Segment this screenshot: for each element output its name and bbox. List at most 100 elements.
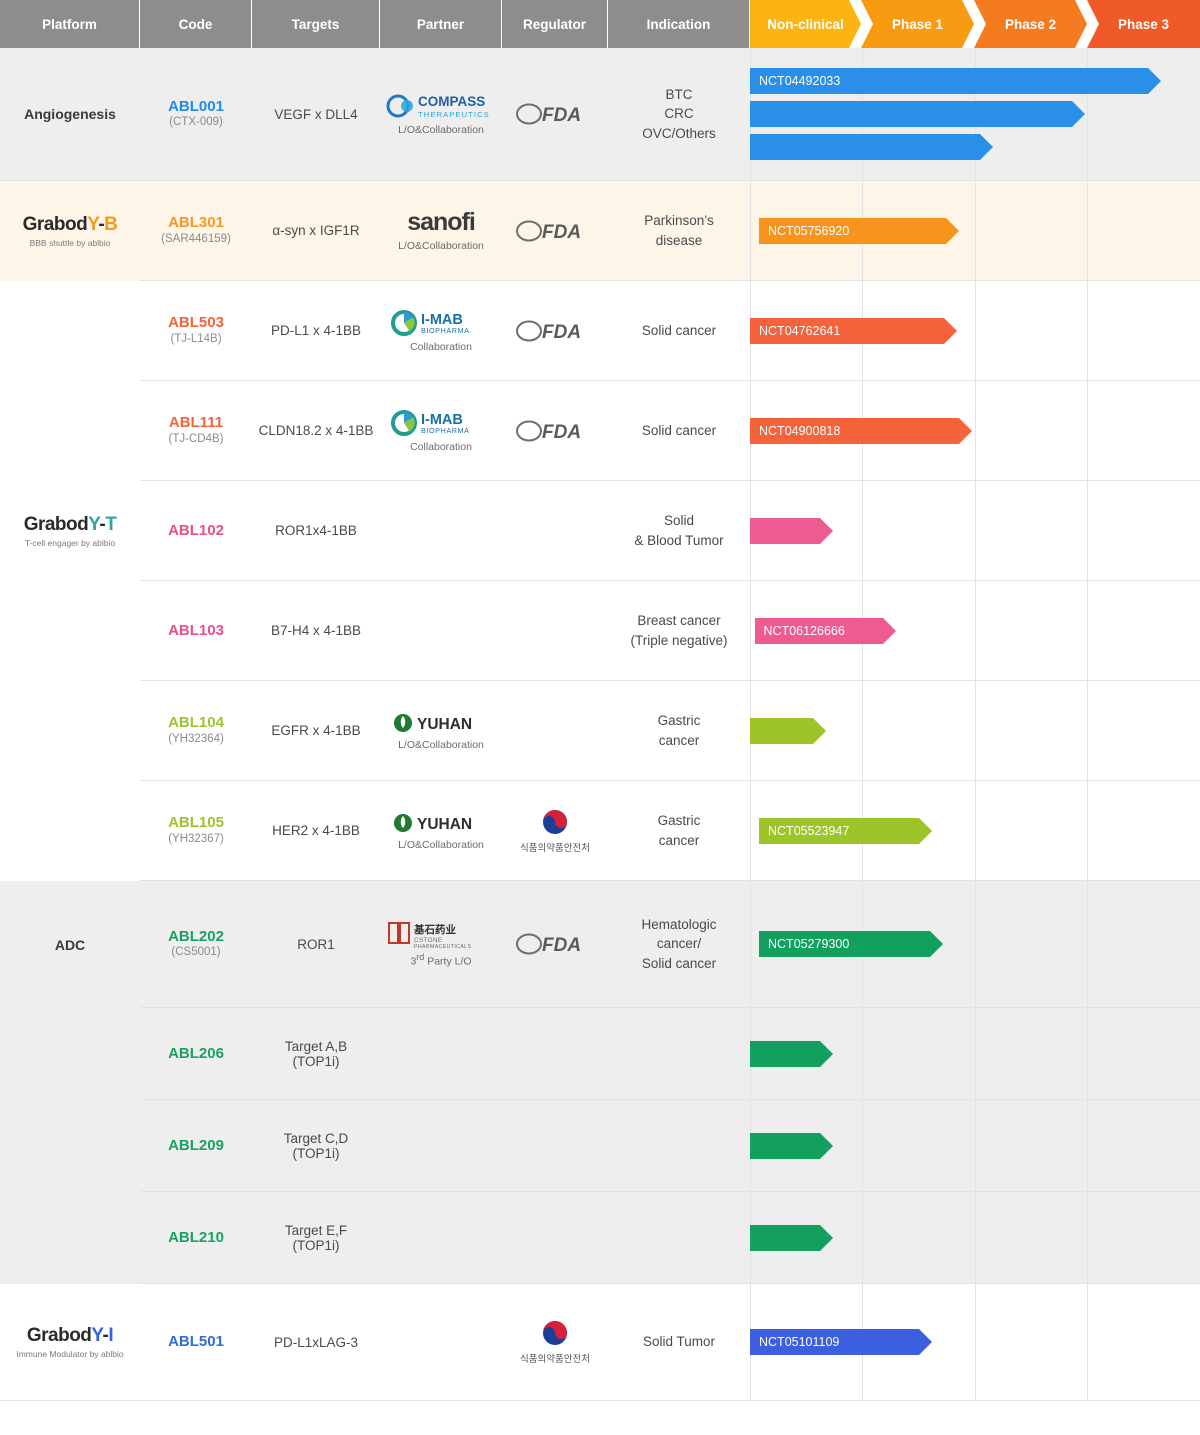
indication-cell: Parkinson’sdisease (608, 181, 750, 281)
target-label: EGFR x 4-1BB (271, 723, 360, 738)
indication-cell: Gastriccancer (608, 681, 750, 781)
grabody-tagline: T-cell engager by ablbio (25, 538, 115, 548)
code-cell: ABL301 (SAR446159) (140, 181, 252, 281)
code-label: ABL210 (168, 1229, 224, 1246)
phase-cell: NCT06126666 (750, 581, 1200, 681)
regulator-cell (502, 1100, 608, 1192)
yuhan-logo: YUHAN (391, 810, 491, 836)
indication-line: BTC (642, 85, 716, 105)
partner-cell: 基石药业 CSTONE PHARMACEUTICALS 3rd Party L/… (380, 881, 502, 1008)
svg-text:CSTONE: CSTONE (414, 937, 443, 944)
bar-track: NCT06126666 (750, 618, 1200, 644)
partner-cell (380, 481, 502, 581)
bar-label: NCT06126666 (764, 624, 845, 638)
bar-track: NCT05756920 (750, 218, 1200, 244)
bar-track: NCT04492033NCT05506943 (750, 68, 1200, 94)
pipeline-bar[interactable]: NCT05279300 (759, 931, 930, 957)
indication-line: Hematologic (641, 915, 716, 935)
svg-text:FDA: FDA (542, 935, 581, 956)
regulator-cell (502, 481, 608, 581)
code-cell: ABL105 (YH32367) (140, 781, 252, 881)
pipeline-bar[interactable]: NCT05523947 (759, 818, 919, 844)
platform-cell (0, 381, 140, 481)
partner-caption: 3rd Party L/O (410, 952, 471, 968)
pipeline-bar[interactable] (750, 718, 813, 744)
pipeline-bar[interactable]: NCT06126666 (755, 618, 883, 644)
target-label: ROR1 (297, 937, 335, 952)
pipeline-bar[interactable]: NCT05513742 (750, 101, 1072, 127)
pipeline-bar[interactable] (750, 1133, 820, 1159)
indication-cell: Hematologiccancer/Solid cancer (608, 881, 750, 1008)
platform-cell: Angiogenesis (0, 48, 140, 181)
phase-lane: NCT04900818 (750, 381, 1200, 480)
pipeline-bar[interactable] (750, 1041, 820, 1067)
indication-line: & Blood Tumor (634, 531, 723, 551)
i-mab-biopharma-logo: I-MAB BIOPHARMA (389, 308, 493, 338)
pipeline-bar[interactable]: NCT05101109 (750, 1329, 919, 1355)
header-phase-3: Phase 3 (1087, 0, 1200, 48)
indication-line: Solid Tumor (643, 1332, 715, 1352)
platform-label: ADC (55, 937, 85, 953)
pipeline-bar[interactable]: NCT04492033NCT05506943 (750, 68, 1148, 94)
pipeline-bar[interactable]: NCT04762641 (750, 318, 944, 344)
partner-cell: YUHAN L/O&Collaboration (380, 681, 502, 781)
partner-cell: sanofiL/O&Collaboration (380, 181, 502, 281)
pipeline-chart: Platform Code Targets Partner Regulator … (0, 0, 1200, 1401)
indication-line: disease (644, 231, 714, 251)
platform-cell (0, 281, 140, 381)
target-label: PD-L1xLAG-3 (274, 1335, 358, 1350)
header-phase-1: Phase 1 (861, 0, 974, 48)
indication-cell: BTCCRCOVC/Others (608, 48, 750, 181)
targets-cell: CLDN18.2 x 4-1BB (252, 381, 380, 481)
code-cell: ABL001 (CTX-009) (140, 48, 252, 181)
svg-text:YUHAN: YUHAN (417, 716, 472, 733)
indication-cell: Gastriccancer (608, 781, 750, 881)
regulator-cell: FDA (502, 881, 608, 1008)
svg-text:FDA: FDA (542, 322, 581, 343)
code-cell: ABL209 (140, 1100, 252, 1192)
pipeline-bar[interactable] (750, 134, 980, 160)
table-row: GrabodY-T T-cell engager by ablbio ABL10… (0, 481, 1200, 581)
phase-cell: NCT04762641 (750, 281, 1200, 381)
phase-lane: NCT05101109 (750, 1284, 1200, 1400)
header-code: Code (140, 0, 252, 48)
partner-cell: COMPASS THERAPEUTICS L/O&Collaboration (380, 48, 502, 181)
target-label: PD-L1 x 4-1BB (271, 323, 361, 338)
table-header: Platform Code Targets Partner Regulator … (0, 0, 1200, 48)
i-mab-biopharma-logo: I-MAB BIOPHARMA (389, 408, 493, 438)
phase-lane (750, 1192, 1200, 1283)
targets-cell: VEGF x DLL4 (252, 48, 380, 181)
target-line: (TOP1i) (292, 1054, 339, 1069)
bar-track (750, 1133, 1200, 1159)
indication-text: BTCCRCOVC/Others (642, 85, 716, 144)
phase-lane (750, 1008, 1200, 1099)
bar-label: NCT05101109 (759, 1335, 839, 1349)
code-label: ABL105 (168, 814, 224, 831)
phase-lane: NCT04492033NCT05506943 NCT05513742 (750, 48, 1200, 180)
pipeline-bar[interactable] (750, 1225, 820, 1251)
phase-lane: NCT05523947 (750, 781, 1200, 880)
grabody-tagline: Immune Modulator by ablbio (16, 1349, 123, 1359)
pipeline-bar[interactable]: NCT05756920 (759, 218, 946, 244)
target-label: ROR1x4-1BB (275, 523, 357, 538)
code-cell: ABL104 (YH32364) (140, 681, 252, 781)
target-line: Target E,F (285, 1223, 347, 1238)
table-row: ABL210 Target E,F(TOP1i) (0, 1192, 1200, 1284)
compass-therapeutics-logo: COMPASS THERAPEUTICS (385, 91, 497, 121)
target-label: α-syn x IGF1R (272, 223, 359, 238)
fda-logo: FDA (516, 101, 594, 127)
code-cell: ABL102 (140, 481, 252, 581)
pipeline-bar[interactable] (750, 518, 820, 544)
code-label: ABL202 (168, 928, 224, 945)
svg-text:BIOPHARMA: BIOPHARMA (421, 326, 470, 335)
pipeline-bar[interactable]: NCT04900818 (750, 418, 959, 444)
code-label: ABL103 (168, 622, 224, 639)
grabody-wordmark: GrabodY-T (24, 514, 117, 536)
regulator-cell: 식품의약품안전처 (502, 781, 608, 881)
partner-caption: Collaboration (410, 441, 472, 454)
code-sublabel: (TJ-L14B) (170, 332, 221, 347)
code-cell: ABL503 (TJ-L14B) (140, 281, 252, 381)
bar-label: NCT05523947 (768, 824, 849, 838)
code-sublabel: (TJ-CD4B) (169, 432, 224, 447)
target-label: B7-H4 x 4-1BB (271, 623, 361, 638)
